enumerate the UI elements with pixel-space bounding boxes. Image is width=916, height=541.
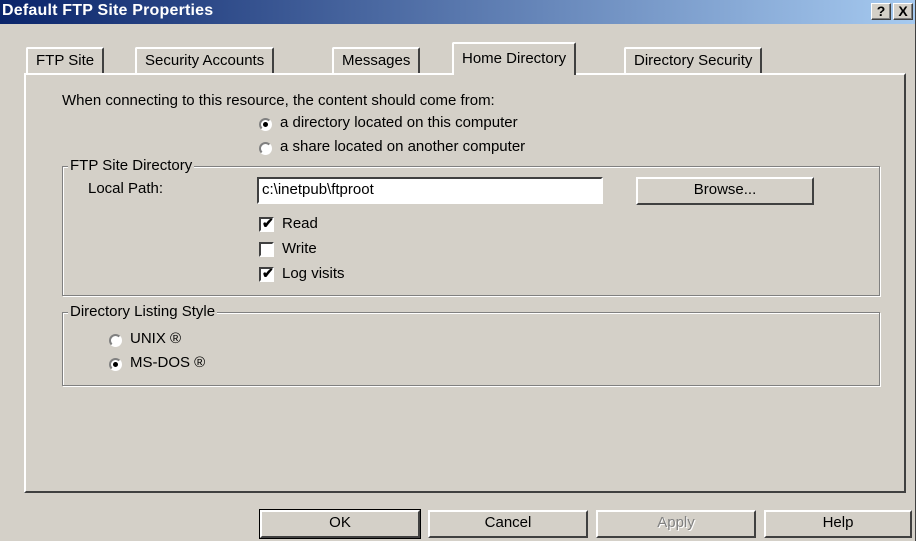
checkbox-read[interactable]: ✔ [259,215,274,232]
ftp-site-directory-legend: FTP Site Directory [68,157,195,174]
radio-selected-dot [113,362,118,367]
apply-button[interactable]: Apply [596,510,756,538]
radio-local-directory-label[interactable]: a directory located on this computer [280,114,518,131]
ok-button[interactable]: OK [259,509,421,539]
help-button[interactable]: Help [764,510,912,538]
local-path-label: Local Path: [88,180,164,197]
checkbox-log-visits-label[interactable]: Log visits [282,265,345,282]
radio-network-share[interactable] [259,142,272,155]
radio-selected-dot [263,122,268,127]
radio-network-share-label[interactable]: a share located on another computer [280,138,525,155]
properties-dialog: Default FTP Site Properties ? X FTP Site… [0,0,916,541]
help-icon[interactable]: ? [871,3,891,20]
tab-directory-security[interactable]: Directory Security [624,47,763,73]
radio-unix[interactable] [109,334,122,347]
checkmark-icon: ✔ [262,265,274,281]
close-icon[interactable]: X [893,3,913,20]
tab-security-accounts[interactable]: Security Accounts [135,47,275,73]
local-path-input[interactable]: c:\inetpub\ftproot [257,177,603,204]
radio-ms-dos[interactable] [109,358,122,371]
checkmark-icon: ✔ [262,215,274,231]
cancel-button[interactable]: Cancel [428,510,588,538]
content-source-prompt: When connecting to this resource, the co… [62,92,495,109]
window-title: Default FTP Site Properties [2,2,214,19]
directory-listing-style-group: Directory Listing Style [62,303,880,386]
radio-local-directory[interactable] [259,118,272,131]
title-bar[interactable]: Default FTP Site Properties ? X [0,0,915,24]
checkbox-log-visits[interactable]: ✔ [259,265,274,282]
checkbox-write[interactable] [259,242,274,257]
home-directory-panel: When connecting to this resource, the co… [24,73,906,493]
tab-home-directory[interactable]: Home Directory [452,42,577,75]
radio-unix-label[interactable]: UNIX ® [130,330,181,347]
checkbox-write-label[interactable]: Write [282,240,317,257]
directory-listing-style-legend: Directory Listing Style [68,303,218,320]
tab-ftp-site[interactable]: FTP Site [26,47,105,73]
tab-messages[interactable]: Messages [332,47,421,73]
radio-ms-dos-label[interactable]: MS-DOS ® [130,354,205,371]
checkbox-read-label[interactable]: Read [282,215,318,232]
browse-button[interactable]: Browse... [636,177,814,205]
